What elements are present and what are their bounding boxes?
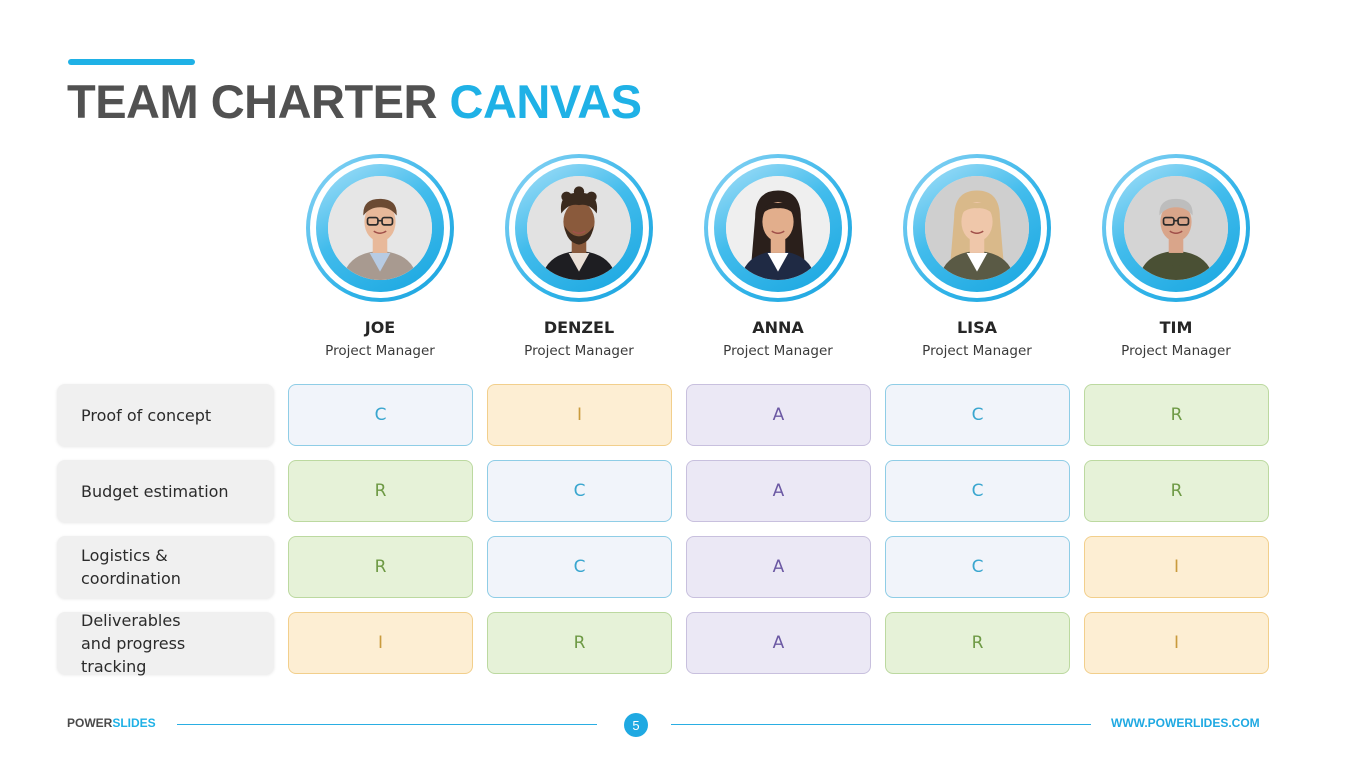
footer-divider-right	[671, 724, 1091, 725]
member-name: LISA	[956, 318, 998, 337]
member-name: ANNA	[752, 318, 804, 337]
avatar	[505, 154, 653, 302]
team-member-tim: TIM Project Manager	[1081, 154, 1271, 359]
footer-url-link[interactable]: WWW.POWERLIDES.COM	[1111, 716, 1260, 730]
member-name: JOE	[364, 318, 396, 337]
avatar-ring	[316, 164, 444, 292]
avatar-photo	[726, 176, 830, 280]
avatar	[903, 154, 1051, 302]
avatar	[1102, 154, 1250, 302]
avatar-ring	[515, 164, 643, 292]
avatar-photo	[1124, 176, 1228, 280]
task-label: Logistics & coordination	[57, 536, 274, 598]
member-role: Project Manager	[723, 343, 833, 359]
raci-cell: C	[885, 536, 1070, 598]
title-accent-bar	[68, 59, 195, 65]
avatar-ring	[714, 164, 842, 292]
avatar-photo	[925, 176, 1029, 280]
raci-cell: I	[1084, 612, 1269, 674]
member-role: Project Manager	[1121, 343, 1231, 359]
team-member-anna: ANNA Project Manager	[683, 154, 873, 359]
avatar-photo	[527, 176, 631, 280]
member-role: Project Manager	[524, 343, 634, 359]
raci-cell: C	[288, 384, 473, 446]
raci-cell: R	[1084, 384, 1269, 446]
page-number: 5	[624, 713, 648, 737]
avatar-ring	[1112, 164, 1240, 292]
raci-cell: A	[686, 612, 871, 674]
task-label: Proof of concept	[57, 384, 274, 446]
page-title: TEAM CHARTER CANVAS	[67, 74, 642, 129]
raci-cell: R	[885, 612, 1070, 674]
raci-cell: C	[885, 460, 1070, 522]
raci-cell: R	[487, 612, 672, 674]
raci-cell: C	[487, 536, 672, 598]
footer-brand: POWERSLIDES	[67, 716, 156, 730]
member-role: Project Manager	[325, 343, 435, 359]
footer-divider-left	[177, 724, 597, 725]
task-label: Deliverables and progress tracking	[57, 611, 274, 676]
avatar-ring	[913, 164, 1041, 292]
raci-cell: R	[1084, 460, 1269, 522]
raci-cell: A	[686, 536, 871, 598]
avatar	[704, 154, 852, 302]
raci-cell: R	[288, 460, 473, 522]
member-role: Project Manager	[922, 343, 1032, 359]
raci-cell: I	[487, 384, 672, 446]
title-highlight: CANVAS	[449, 75, 642, 128]
raci-cell: A	[686, 460, 871, 522]
brand-main: POWER	[67, 716, 113, 730]
avatar-photo	[328, 176, 432, 280]
member-name: DENZEL	[543, 318, 615, 337]
raci-cell: A	[686, 384, 871, 446]
team-member-denzel: DENZEL Project Manager	[484, 154, 674, 359]
raci-cell: C	[885, 384, 1070, 446]
raci-cell: R	[288, 536, 473, 598]
member-name: TIM	[1159, 318, 1193, 337]
raci-cell: I	[288, 612, 473, 674]
task-label: Budget estimation	[57, 460, 274, 522]
team-member-joe: JOE Project Manager	[285, 154, 475, 359]
title-main: TEAM CHARTER	[67, 75, 437, 128]
raci-cell: I	[1084, 536, 1269, 598]
team-member-lisa: LISA Project Manager	[882, 154, 1072, 359]
avatar	[306, 154, 454, 302]
raci-cell: C	[487, 460, 672, 522]
brand-highlight: SLIDES	[112, 716, 156, 730]
